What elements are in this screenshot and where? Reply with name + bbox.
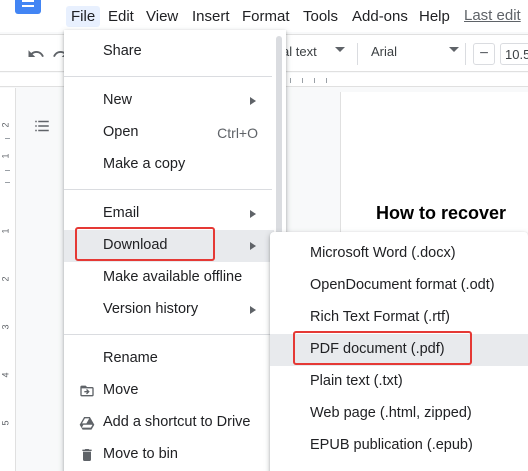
menu-item-label: Plain text (.txt) <box>310 373 403 389</box>
menu-item-label: New <box>103 92 133 108</box>
paragraph-style-select[interactable]: al text <box>282 44 317 59</box>
menu-item-label: Open <box>103 124 139 140</box>
font-size-input[interactable]: 10.5 <box>500 43 528 65</box>
menu-item-move[interactable]: Move <box>64 375 274 407</box>
menu-item-label: Rename <box>103 350 158 366</box>
menu-item-label: Make a copy <box>103 156 186 172</box>
menu-divider <box>64 334 272 335</box>
menu-bar: File Edit View Insert Format Tools Add-o… <box>0 0 528 32</box>
menu-item-label: Share <box>103 43 142 59</box>
menu-item-label: Move to bin <box>103 446 178 462</box>
download-txt[interactable]: Plain text (.txt) <box>270 366 528 398</box>
document-heading: How to recover <box>376 203 507 223</box>
keyboard-shortcut: Ctrl+O <box>217 125 258 141</box>
menu-divider <box>64 76 272 77</box>
menu-item-label: Make available offline <box>103 269 243 285</box>
menu-item-label: Rich Text Format (.rtf) <box>310 309 450 325</box>
menu-item-label: Move <box>103 382 139 398</box>
vertical-ruler: 2 1 1 2 3 4 5 <box>0 88 16 471</box>
menu-item-label: Version history <box>103 301 199 317</box>
menu-item-rename[interactable]: Rename <box>64 343 274 375</box>
menu-item-make-offline[interactable]: Make available offline <box>64 262 274 294</box>
menu-item-label: OpenDocument format (.odt) <box>310 277 495 293</box>
trash-icon <box>78 446 96 464</box>
document-outline-icon[interactable] <box>33 117 51 135</box>
toolbar-divider <box>465 43 466 65</box>
menu-item-move-to-bin[interactable]: Move to bin <box>64 439 274 471</box>
chevron-down-icon[interactable] <box>335 47 345 52</box>
submenu-arrow-icon <box>250 306 256 314</box>
chevron-down-icon[interactable] <box>449 47 459 52</box>
ruler-number: 2 <box>0 276 11 282</box>
undo-icon[interactable] <box>25 43 47 65</box>
menu-help[interactable]: Help <box>414 6 455 27</box>
menu-tools[interactable]: Tools <box>298 6 343 27</box>
ruler-number: 2 <box>0 122 11 128</box>
ruler-number: 3 <box>0 324 11 330</box>
decrease-font-size-button[interactable]: − <box>473 43 495 65</box>
menu-item-add-shortcut[interactable]: Add a shortcut to Drive <box>64 407 274 439</box>
menu-view[interactable]: View <box>141 6 183 27</box>
menu-divider <box>64 189 272 190</box>
font-select[interactable]: Arial <box>371 44 397 59</box>
download-rtf[interactable]: Rich Text Format (.rtf) <box>270 302 528 334</box>
menu-item-make-copy[interactable]: Make a copy <box>64 149 274 181</box>
menu-item-label: PDF document (.pdf) <box>310 341 445 357</box>
ruler-number: 4 <box>0 372 11 378</box>
ruler-number: 5 <box>0 420 11 426</box>
menu-format[interactable]: Format <box>237 6 295 27</box>
download-pdf[interactable]: PDF document (.pdf) <box>270 334 528 366</box>
menu-item-download[interactable]: Download <box>64 230 274 262</box>
menu-item-label: Download <box>103 237 168 253</box>
move-folder-icon <box>78 382 96 400</box>
ruler-number: 1 <box>0 153 11 159</box>
download-docx[interactable]: Microsoft Word (.docx) <box>270 238 528 270</box>
menu-file[interactable]: File <box>66 6 101 27</box>
menu-item-share[interactable]: Share <box>64 36 274 68</box>
menu-item-label: Add a shortcut to Drive <box>103 414 251 430</box>
ruler-number: 1 <box>0 228 11 234</box>
download-html[interactable]: Web page (.html, zipped) <box>270 398 528 430</box>
menu-item-open[interactable]: Open Ctrl+O <box>64 117 274 149</box>
menu-item-email[interactable]: Email <box>64 198 274 230</box>
submenu-arrow-icon <box>250 210 256 218</box>
menu-item-version-history[interactable]: Version history <box>64 294 274 326</box>
submenu-arrow-icon <box>250 97 256 105</box>
menu-item-label: EPUB publication (.epub) <box>310 437 473 453</box>
menu-item-new[interactable]: New <box>64 85 274 117</box>
menu-item-label: Web page (.html, zipped) <box>310 405 472 421</box>
toolbar-divider <box>357 43 358 65</box>
download-epub[interactable]: EPUB publication (.epub) <box>270 430 528 462</box>
menu-insert[interactable]: Insert <box>187 6 235 27</box>
menu-addons[interactable]: Add-ons <box>347 6 413 27</box>
submenu-arrow-icon <box>250 242 256 250</box>
menu-item-label: Microsoft Word (.docx) <box>310 245 456 261</box>
last-edit-link[interactable]: Last edit <box>464 7 521 24</box>
menu-edit[interactable]: Edit <box>103 6 139 27</box>
download-odt[interactable]: OpenDocument format (.odt) <box>270 270 528 302</box>
menu-item-label: Email <box>103 205 140 221</box>
drive-shortcut-icon <box>78 414 96 432</box>
docs-logo-icon[interactable] <box>15 0 41 14</box>
file-menu: Share New Open Ctrl+O Make a copy Email … <box>64 30 286 471</box>
download-submenu: Microsoft Word (.docx) OpenDocument form… <box>270 232 528 471</box>
